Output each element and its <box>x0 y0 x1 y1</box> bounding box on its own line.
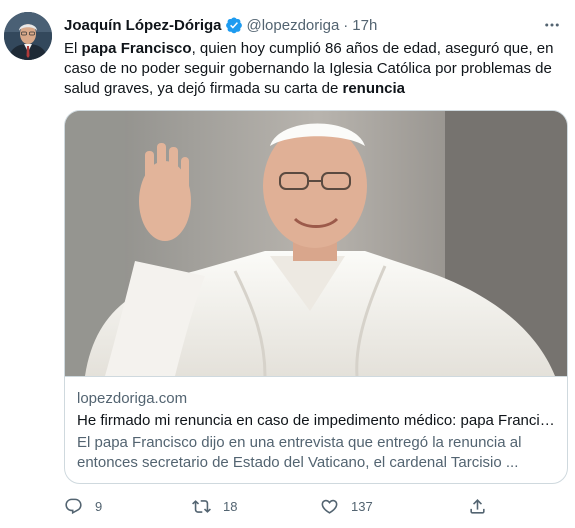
reply-icon <box>65 498 82 514</box>
like-count: 137 <box>351 498 373 514</box>
tweet-text-bold-segment: renuncia <box>342 80 406 97</box>
link-card[interactable]: lopezdoriga.com He firmado mi renuncia e… <box>64 110 568 484</box>
tweet-text: El papa Francisco, quien hoy cumplió 86 … <box>64 39 564 99</box>
reply-count: 9 <box>95 498 103 514</box>
like-button[interactable]: 137 <box>320 494 373 518</box>
card-info: lopezdoriga.com He firmado mi renuncia e… <box>65 376 567 483</box>
timestamp[interactable]: 17h <box>352 17 377 34</box>
tweet-text-segment: El <box>64 40 82 57</box>
separator-dot: · <box>343 16 349 34</box>
avatar[interactable] <box>4 12 52 60</box>
tweet[interactable]: Joaquín López-Dóriga @lopezdoriga · 17h … <box>0 0 575 528</box>
more-icon <box>545 23 559 27</box>
share-button[interactable] <box>468 494 487 518</box>
tweet-header: Joaquín López-Dóriga @lopezdoriga · 17h <box>64 15 377 35</box>
retweet-count: 18 <box>223 498 238 514</box>
author-handle[interactable]: @lopezdoriga <box>247 17 340 34</box>
author-name[interactable]: Joaquín López-Dóriga <box>64 17 222 34</box>
tweet-actions: 9 18 137 <box>56 494 506 518</box>
retweet-icon <box>192 499 211 513</box>
reply-button[interactable]: 9 <box>64 494 102 518</box>
share-icon <box>470 498 485 514</box>
verified-badge-icon <box>225 16 243 34</box>
card-title: He firmado mi renuncia en caso de impedi… <box>77 412 557 429</box>
card-image[interactable] <box>65 111 568 376</box>
more-options-button[interactable] <box>541 14 563 36</box>
heart-icon <box>321 499 338 514</box>
card-domain: lopezdoriga.com <box>77 390 188 407</box>
avatar-image <box>4 12 52 60</box>
tweet-text-bold-segment: papa Francisco <box>81 40 192 57</box>
card-description: El papa Francisco dijo en una entrevista… <box>77 434 522 471</box>
retweet-button[interactable]: 18 <box>192 494 237 518</box>
